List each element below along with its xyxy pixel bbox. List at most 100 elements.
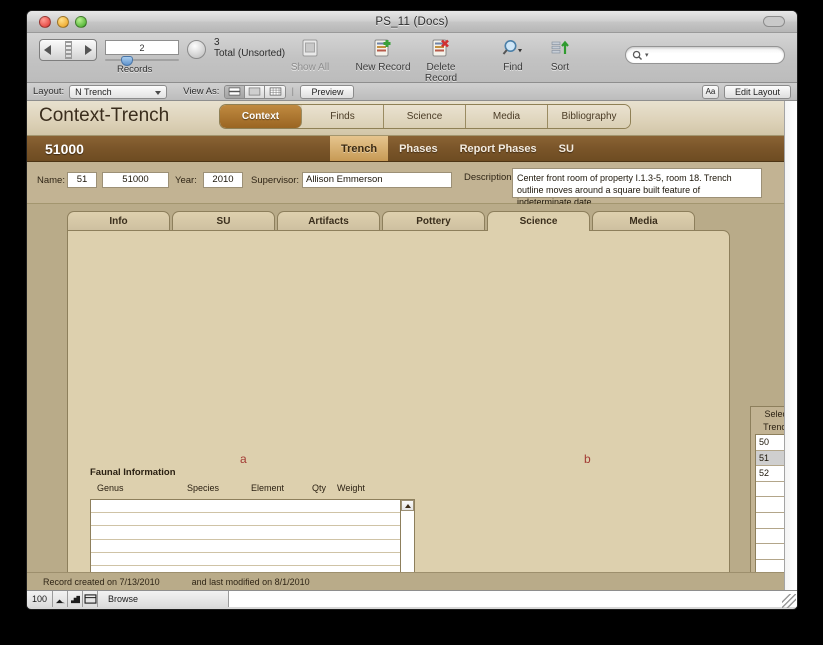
record-flip-book[interactable] bbox=[39, 39, 97, 61]
current-record-field[interactable]: 2 bbox=[105, 40, 179, 55]
new-record-button[interactable]: New Record bbox=[352, 36, 414, 73]
mode-indicator[interactable]: Browse bbox=[98, 594, 228, 604]
content-panel: Info SU Artifacts Pottery Science Media … bbox=[27, 204, 797, 590]
scroll-up-button[interactable] bbox=[401, 500, 414, 511]
tab-bibliography[interactable]: Bibliography bbox=[548, 105, 630, 128]
layout-bar: Layout: N Trench View As: | Preview Aa E… bbox=[27, 83, 797, 101]
inner-tab-su[interactable]: SU bbox=[172, 211, 275, 230]
main-toolbar: 2 3 Total (Unsorted) Records Show All Ne… bbox=[27, 33, 797, 84]
tab-finds[interactable]: Finds bbox=[302, 105, 384, 128]
text-format-button[interactable]: Aa bbox=[701, 84, 719, 99]
search-chevron-icon[interactable]: ▾ bbox=[645, 51, 649, 59]
toolbar-toggle-button[interactable] bbox=[763, 16, 785, 27]
previous-record-icon[interactable] bbox=[44, 45, 51, 55]
column-header-genus: Genus bbox=[97, 483, 124, 493]
page-title: Context-Trench bbox=[39, 105, 170, 126]
zoom-level-indicator[interactable]: 100 bbox=[27, 591, 53, 607]
subtab-trench[interactable]: Trench bbox=[330, 136, 389, 161]
record-meta-footer: Record created on 7/13/2010 and last mod… bbox=[27, 572, 797, 590]
next-record-icon[interactable] bbox=[85, 45, 92, 55]
resize-grip[interactable] bbox=[782, 594, 796, 608]
zoom-in-icon[interactable] bbox=[68, 591, 83, 607]
record-total-label: Total (Unsorted) bbox=[214, 48, 286, 59]
column-header-species: Species bbox=[187, 483, 220, 493]
record-navigation-group: 2 3 Total (Unsorted) Records bbox=[39, 37, 286, 75]
subtab-phases[interactable]: Phases bbox=[388, 136, 449, 161]
list-view-icon[interactable] bbox=[245, 85, 266, 98]
annotation-marker-a: a bbox=[240, 452, 247, 466]
window-vertical-scrollbar[interactable] bbox=[784, 101, 797, 591]
form-view-icon[interactable] bbox=[225, 85, 246, 98]
found-set-knob[interactable] bbox=[187, 40, 206, 59]
zoom-icon[interactable] bbox=[75, 16, 87, 28]
document-area: Context-Trench Context Finds Science Med… bbox=[27, 101, 797, 590]
secondary-tab-bar: Trench Phases Report Phases SU bbox=[330, 136, 585, 161]
tab-context[interactable]: Context bbox=[220, 105, 302, 128]
sort-button[interactable]: Sort bbox=[529, 36, 591, 73]
faunal-section-title: Faunal Information bbox=[90, 467, 176, 478]
table-row[interactable] bbox=[91, 513, 400, 527]
show-all-button[interactable]: Show All bbox=[279, 36, 341, 73]
column-header-element: Element bbox=[251, 483, 285, 493]
delete-record-icon bbox=[410, 36, 472, 60]
layout-label: Layout: bbox=[33, 86, 65, 97]
view-as-segmented-control[interactable] bbox=[224, 84, 287, 99]
inner-tab-science[interactable]: Science bbox=[487, 211, 590, 232]
inner-tab-bar: Info SU Artifacts Pottery Science Media bbox=[67, 211, 697, 232]
table-row[interactable] bbox=[91, 553, 400, 566]
name-field-1[interactable]: 51 bbox=[67, 172, 97, 188]
minimize-icon[interactable] bbox=[57, 16, 69, 28]
field-strip: Name: 51 51000 Year: 2010 Supervisor: Al… bbox=[27, 162, 797, 207]
preview-button[interactable]: Preview bbox=[300, 84, 355, 99]
name-label: Name: bbox=[37, 175, 65, 186]
view-as-label: View As: bbox=[183, 86, 220, 97]
table-view-icon[interactable] bbox=[265, 85, 286, 98]
window-title: PS_11 (Docs) bbox=[375, 16, 449, 28]
zoom-out-icon[interactable] bbox=[53, 591, 68, 607]
tab-media[interactable]: Media bbox=[466, 105, 548, 128]
primary-tab-bar: Context Finds Science Media Bibliography bbox=[219, 104, 631, 129]
table-row[interactable] bbox=[91, 540, 400, 553]
name-field-2[interactable]: 51000 bbox=[102, 172, 169, 188]
edit-layout-button[interactable]: Edit Layout bbox=[723, 84, 791, 99]
table-row[interactable] bbox=[91, 500, 400, 514]
record-header-bar: 51000 Trench Phases Report Phases SU bbox=[27, 136, 797, 162]
sort-label: Sort bbox=[550, 62, 570, 73]
column-header-qty: Qty bbox=[312, 483, 327, 493]
delete-record-button[interactable]: Delete Record bbox=[410, 36, 472, 84]
description-field[interactable]: Center front room of property I.1.3-5, r… bbox=[512, 168, 762, 207]
supervisor-label: Supervisor: bbox=[251, 175, 300, 186]
scroll-up-icon bbox=[404, 503, 411, 508]
inner-tab-info[interactable]: Info bbox=[67, 211, 170, 230]
year-field[interactable]: 2010 bbox=[203, 172, 243, 188]
supervisor-field[interactable]: Allison Emmerson bbox=[302, 172, 452, 188]
description-label: Description: bbox=[464, 172, 515, 183]
record-created-text: Record created on 7/13/2010 bbox=[43, 576, 160, 587]
desktop-backdrop: PS_11 (Docs) 2 3 Total (Unsorted) Record… bbox=[0, 0, 823, 645]
annotation-marker-b: b bbox=[584, 452, 591, 466]
subtab-report-phases[interactable]: Report Phases bbox=[449, 136, 548, 161]
inner-tab-media[interactable]: Media bbox=[592, 211, 695, 230]
search-input[interactable]: ▾ bbox=[625, 46, 785, 64]
column-header-weight: Weight bbox=[337, 483, 365, 493]
inner-tab-pottery[interactable]: Pottery bbox=[382, 211, 485, 230]
layout-select[interactable]: N Trench bbox=[69, 84, 168, 99]
record-slider[interactable] bbox=[105, 56, 179, 66]
search-icon bbox=[632, 50, 643, 60]
status-toolbar-toggle-icon[interactable] bbox=[83, 591, 98, 607]
status-bar-filler bbox=[228, 591, 797, 607]
application-window: PS_11 (Docs) 2 3 Total (Unsorted) Record… bbox=[26, 10, 798, 610]
delete-record-label: Delete Record bbox=[424, 62, 458, 84]
sort-icon bbox=[529, 36, 591, 60]
close-icon[interactable] bbox=[39, 16, 51, 28]
record-id: 51000 bbox=[45, 140, 84, 157]
window-controls bbox=[39, 16, 87, 28]
book-spine-icon bbox=[64, 41, 72, 59]
subtab-su[interactable]: SU bbox=[548, 136, 585, 161]
table-row[interactable] bbox=[91, 526, 400, 540]
new-record-icon bbox=[352, 36, 414, 60]
document-header: Context-Trench Context Finds Science Med… bbox=[27, 101, 797, 136]
tab-science[interactable]: Science bbox=[384, 105, 466, 128]
inner-tab-artifacts[interactable]: Artifacts bbox=[277, 211, 380, 230]
new-record-label: New Record bbox=[355, 62, 411, 73]
